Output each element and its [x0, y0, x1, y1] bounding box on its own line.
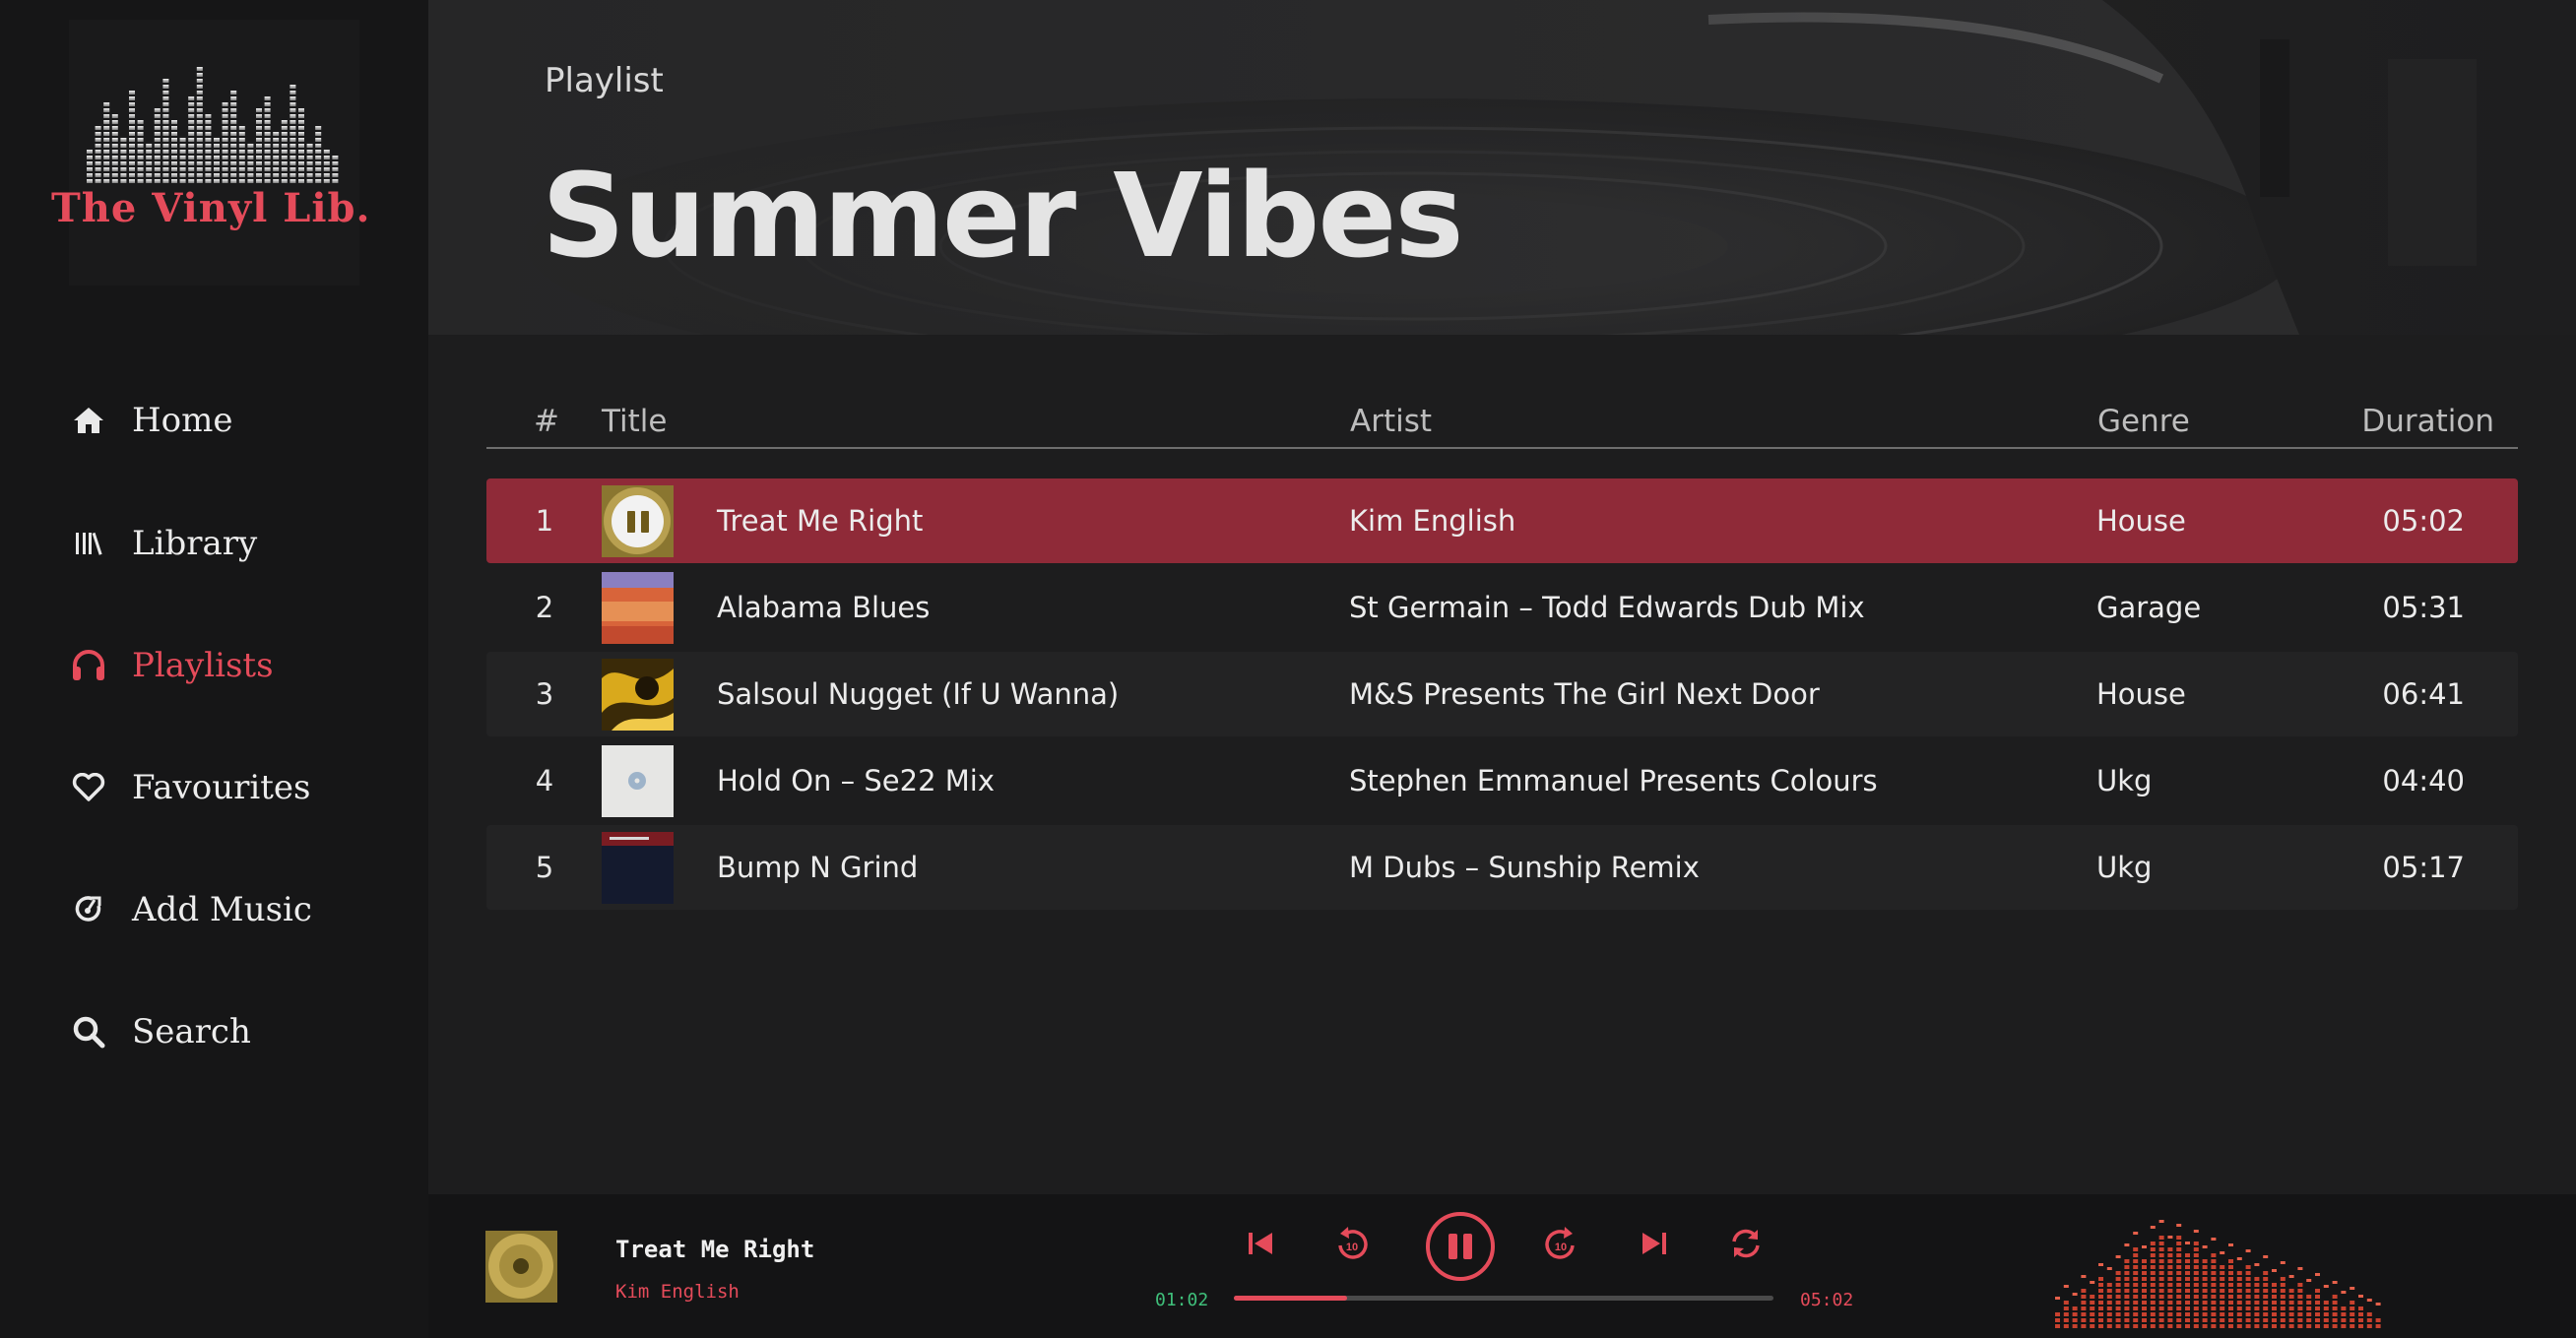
track-row[interactable]: 4 Hold On – Se22 Mix Stephen Emmanuel Pr…	[486, 738, 2518, 823]
app-window: The Vinyl Lib. Home Library Playlists Fa…	[0, 0, 2576, 1338]
total-time: 05:02	[1800, 1290, 1854, 1310]
track-genre: House	[2096, 504, 2186, 538]
brand-name: The Vinyl Lib.	[51, 185, 371, 231]
player-bar: Treat Me Right Kim English 10 10 01:02 0…	[428, 1194, 2576, 1338]
rewind-10-button[interactable]: 10	[1324, 1216, 1380, 1271]
nav-item-home[interactable]: Home	[69, 386, 394, 455]
skip-next-icon	[1642, 1233, 1666, 1254]
nav-label: Search	[132, 1012, 251, 1051]
track-row[interactable]: 1 Treat Me Right Kim English House 05:02	[486, 478, 2518, 563]
repeat-button[interactable]	[1718, 1216, 1773, 1271]
album-art	[602, 659, 674, 731]
now-playing-artist[interactable]: Kim English	[615, 1281, 740, 1303]
track-table: # Title Artist Genre Duration 1 Treat Me…	[486, 392, 2518, 910]
nav-item-favourites[interactable]: Favourites	[69, 753, 394, 822]
track-number: 1	[535, 504, 554, 538]
track-artist: Kim English	[1349, 504, 1516, 538]
brand-logo[interactable]: The Vinyl Lib.	[51, 20, 369, 286]
track-genre: House	[2096, 677, 2186, 711]
nav-label: Home	[132, 401, 233, 440]
track-number: 3	[535, 677, 554, 711]
library-icon	[69, 524, 108, 563]
track-duration: 05:02	[2382, 504, 2465, 538]
track-title: Salsoul Nugget (If U Wanna)	[717, 677, 1120, 711]
page-title: Summer Vibes	[542, 148, 1464, 284]
track-title: Hold On – Se22 Mix	[717, 764, 995, 797]
track-artist: M&S Presents The Girl Next Door	[1349, 677, 1820, 711]
album-art	[602, 572, 674, 644]
track-artist: M Dubs – Sunship Remix	[1349, 851, 1700, 884]
track-artist: Stephen Emmanuel Presents Colours	[1349, 764, 1878, 797]
repeat-icon	[1732, 1229, 1760, 1258]
track-genre: Ukg	[2096, 764, 2153, 797]
progress-bar[interactable]	[1234, 1296, 1773, 1301]
nav-item-add-music[interactable]: Add Music	[69, 875, 394, 944]
column-header-artist[interactable]: Artist	[1350, 404, 1432, 439]
nav-item-search[interactable]: Search	[69, 997, 394, 1066]
nav-label: Library	[132, 524, 258, 563]
previous-track-button[interactable]	[1233, 1216, 1288, 1271]
now-playing-art	[485, 1231, 557, 1303]
track-number: 2	[535, 591, 554, 624]
track-number: 4	[535, 764, 554, 797]
nav-item-library[interactable]: Library	[69, 509, 394, 578]
track-title: Alabama Blues	[717, 591, 931, 624]
album-art	[602, 745, 674, 817]
pause-icon	[1449, 1234, 1457, 1259]
track-duration: 05:17	[2382, 851, 2465, 884]
forward-10-icon: 10	[1545, 1227, 1575, 1259]
track-title: Bump N Grind	[717, 851, 919, 884]
track-row[interactable]: 2 Alabama Blues St Germain – Todd Edward…	[486, 565, 2518, 650]
sidebar: The Vinyl Lib. Home Library Playlists Fa…	[0, 0, 428, 1338]
search-icon	[69, 1012, 108, 1051]
column-header-genre[interactable]: Genre	[2097, 404, 2190, 439]
column-header-duration[interactable]: Duration	[2361, 404, 2494, 439]
nav-label: Favourites	[132, 768, 311, 807]
pause-icon[interactable]	[612, 495, 664, 547]
add-music-icon	[69, 890, 108, 929]
svg-text:10: 10	[1346, 1242, 1358, 1253]
equalizer-logo-icon	[87, 67, 339, 183]
header-kicker: Playlist	[545, 61, 664, 100]
album-art	[602, 832, 674, 904]
next-track-button[interactable]	[1627, 1216, 1682, 1271]
current-time: 01:02	[1155, 1290, 1209, 1310]
table-header: # Title Artist Genre Duration	[486, 392, 2518, 449]
playlist-header: Playlist Summer Vibes	[428, 0, 2576, 335]
nav-item-playlists[interactable]: Playlists	[69, 631, 394, 700]
album-art	[602, 485, 674, 557]
track-artist: St Germain – Todd Edwards Dub Mix	[1349, 591, 1865, 624]
now-playing-title: Treat Me Right	[615, 1236, 815, 1263]
play-pause-button[interactable]	[1426, 1212, 1495, 1281]
progress-fill	[1234, 1296, 1348, 1301]
track-duration: 04:40	[2382, 764, 2465, 797]
track-genre: Ukg	[2096, 851, 2153, 884]
track-row[interactable]: 3 Salsoul Nugget (If U Wanna) M&S Presen…	[486, 652, 2518, 736]
rewind-10-icon: 10	[1338, 1227, 1368, 1259]
track-genre: Garage	[2096, 591, 2202, 624]
column-header-title[interactable]: Title	[602, 404, 667, 439]
track-duration: 05:31	[2382, 591, 2465, 624]
nav-label: Playlists	[132, 646, 274, 685]
home-icon	[69, 401, 108, 440]
headphones-icon	[69, 646, 108, 685]
track-duration: 06:41	[2382, 677, 2465, 711]
track-number: 5	[535, 851, 554, 884]
svg-text:10: 10	[1555, 1242, 1567, 1253]
track-row[interactable]: 5 Bump N Grind M Dubs – Sunship Remix Uk…	[486, 825, 2518, 910]
skip-previous-icon	[1249, 1233, 1272, 1254]
track-title: Treat Me Right	[717, 504, 924, 538]
heart-icon	[69, 768, 108, 807]
nav-label: Add Music	[132, 890, 312, 929]
audio-visualizer	[2055, 1220, 2381, 1328]
column-header-number[interactable]: #	[534, 404, 559, 439]
forward-10-button[interactable]: 10	[1533, 1216, 1588, 1271]
